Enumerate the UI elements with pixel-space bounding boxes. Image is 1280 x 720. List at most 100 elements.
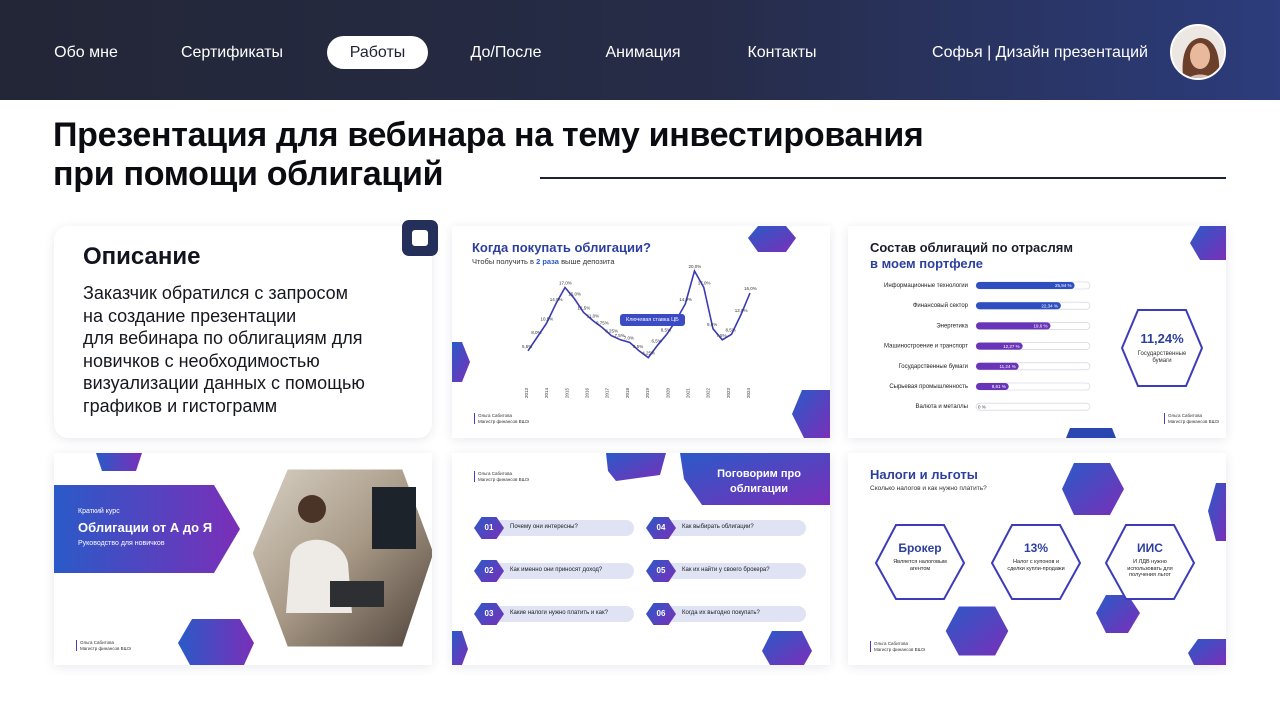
x-tick-label: 2015 (564, 387, 569, 398)
data-label: 7,5% (716, 333, 726, 338)
hexagon-decor (96, 453, 142, 471)
data-label: 9,75% (596, 320, 609, 325)
taxes-subtitle: Сколько налогов и как нужно платить? (870, 485, 987, 492)
x-tick-label: 2019 (645, 387, 650, 398)
slide-thumbnail-cover[interactable]: Краткий курс Облигации от А до Я Руковод… (54, 453, 432, 665)
nav-works[interactable]: Работы (327, 36, 428, 69)
nav-certificates[interactable]: Сертификаты (166, 36, 298, 69)
tax-card-body: Налог с купонов и сделки купли-продажи (1007, 559, 1065, 572)
avatar-portrait (1172, 26, 1224, 78)
hexagon-decor (1096, 595, 1140, 633)
slide-thumbnail-bars[interactable]: Состав облигаций по отраслям в моем порт… (848, 226, 1226, 438)
title-divider (540, 177, 1226, 179)
slide-author: Ольга Сабитова Магистр финансов ВШЭ (870, 641, 925, 652)
author-role: Магистр финансов ВШЭ (874, 646, 926, 652)
rate-line-chart: 5,5%8,0%10,5%14,0%17,0%15,0%12,5%11,0%9,… (522, 264, 757, 398)
hexagon-decor (1062, 463, 1124, 515)
author-role: Магистр финансов ВШЭ (1168, 418, 1220, 424)
taxes-title: Налоги и льготы (870, 467, 978, 482)
data-label: 8,0% (531, 330, 541, 335)
expand-button[interactable] (402, 220, 438, 256)
tax-card-head: Брокер (898, 541, 942, 555)
top-navigation-bar: Обо мне Сертификаты Работы До/После Аним… (0, 0, 1280, 100)
hexagon-decor (1208, 483, 1226, 541)
bar-track (975, 402, 1091, 411)
cover-kicker: Краткий курс (78, 508, 120, 515)
monitor-shape (372, 487, 416, 549)
cover-title: Облигации от А до Я (78, 520, 213, 535)
bar-value-label: 19,6 % (1033, 324, 1047, 329)
hexagon-decor (606, 453, 666, 481)
data-label: 12,5% (578, 305, 591, 310)
chart-legend-label: Ключевая ставка ЦБ (620, 314, 685, 326)
hexagon-decor (452, 631, 468, 665)
author-role: Магистр финансов ВШЭ (478, 476, 530, 482)
tablet-shape (330, 581, 384, 607)
badge-label-line-2: бумаги (1152, 358, 1172, 364)
badge-label: Государственные бумаги (1124, 351, 1200, 365)
x-tick-label: 2022 (706, 387, 711, 398)
data-label: 14,0% (550, 297, 563, 302)
bar-category-label: Финансовый сектор (913, 302, 969, 309)
bar-value-label: 25,94 % (1055, 283, 1072, 288)
bar-category-label: Сырьевая промышленность (889, 384, 968, 390)
slide-author: Ольга Сабитова Магистр финансов ВШЭ (474, 471, 529, 482)
hexagon-decor (762, 631, 812, 665)
slide-author: Ольга Сабитова Магистр финансов ВШЭ (76, 640, 131, 651)
bar-value-label: 22,34 % (1041, 303, 1058, 308)
description-card: Описание Заказчик обратился с запросом н… (54, 226, 432, 438)
topic-text: Как их найти у своего брокера? (682, 567, 770, 573)
topic-text: Какие налоги нужно платить и как? (510, 610, 608, 616)
data-label: 14,0% (679, 297, 692, 302)
nav-contacts[interactable]: Контакты (732, 36, 832, 69)
hexagon-decor (1188, 639, 1226, 665)
bar-category-label: Валюта и металлы (915, 404, 968, 410)
topic-text: Когда их выгодно покупать? (682, 610, 760, 616)
slide-author: Ольга Сабитова Магистр финансов ВШЭ (474, 413, 529, 424)
nav-before-after[interactable]: До/После (458, 36, 554, 69)
topic-item: 04 Как выбирать облигации? (646, 517, 806, 539)
data-label: 5,5% (633, 344, 643, 349)
x-tick-label: 2024 (746, 387, 751, 398)
data-label: 15,0% (568, 292, 581, 297)
brand-name: Софья | Дизайн презентаций (932, 44, 1148, 61)
x-tick-label: 2023 (726, 387, 731, 398)
bar-category-label: Энергетика (936, 323, 968, 329)
x-tick-label: 2013 (524, 387, 529, 398)
data-label: 11,0% (587, 314, 599, 319)
topics-heading-line-2: облигации (730, 483, 788, 495)
square-icon (412, 230, 428, 246)
topic-item: 02 Как именно они приносят доход? (474, 560, 634, 582)
topic-text: Почему они интересны? (510, 524, 578, 530)
data-label: 17,0% (559, 281, 572, 286)
topic-item: 03 Какие налоги нужно платить и как? (474, 603, 634, 625)
data-label: 9,5% (707, 322, 717, 327)
bar-value-label: 11,24 % (1000, 364, 1016, 369)
slide-thumbnail-taxes[interactable]: Налоги и льготы Сколько налогов и как ну… (848, 453, 1226, 665)
bar-category-label: Машиностроение и транспорт (884, 344, 968, 350)
description-heading: Описание (83, 243, 201, 270)
avatar[interactable] (1170, 24, 1226, 80)
hexagon-decor (178, 619, 254, 665)
bar-value-label: 8,61 % (992, 384, 1006, 389)
bar-value-label: 12,27 % (1003, 344, 1020, 349)
nav-about[interactable]: Обо мне (40, 36, 132, 69)
description-text: Заказчик обратился с запросом на создани… (83, 283, 365, 416)
x-tick-label: 2017 (605, 387, 610, 398)
slide-thumbnail-chart[interactable]: Когда покупать облигации? Чтобы получить… (452, 226, 830, 438)
author-role: Магистр финансов ВШЭ (80, 645, 132, 651)
data-label: 20,0% (689, 264, 702, 269)
portfolio-page: Обо мне Сертификаты Работы До/После Аним… (0, 0, 1280, 720)
x-tick-label: 2016 (585, 387, 590, 398)
data-label: 5,5% (522, 344, 532, 349)
x-tick-label: 2020 (665, 387, 670, 398)
nav-animation[interactable]: Анимация (590, 36, 696, 69)
bar-value-label: 0 % (978, 404, 986, 409)
slide-thumbnail-topics[interactable]: Ольга Сабитова Магистр финансов ВШЭ Погов… (452, 453, 830, 665)
tax-card-body: Является налоговым агентом (893, 559, 947, 572)
page-title: Презентация для вебинара на тему инвести… (53, 116, 1153, 194)
tax-card-body: И ЛДВ нужно использовать для получения л… (1127, 559, 1173, 578)
data-label: 7,0% (624, 336, 634, 341)
data-label: 4,25% (642, 351, 655, 356)
tax-card-head: ИИС (1137, 541, 1163, 555)
